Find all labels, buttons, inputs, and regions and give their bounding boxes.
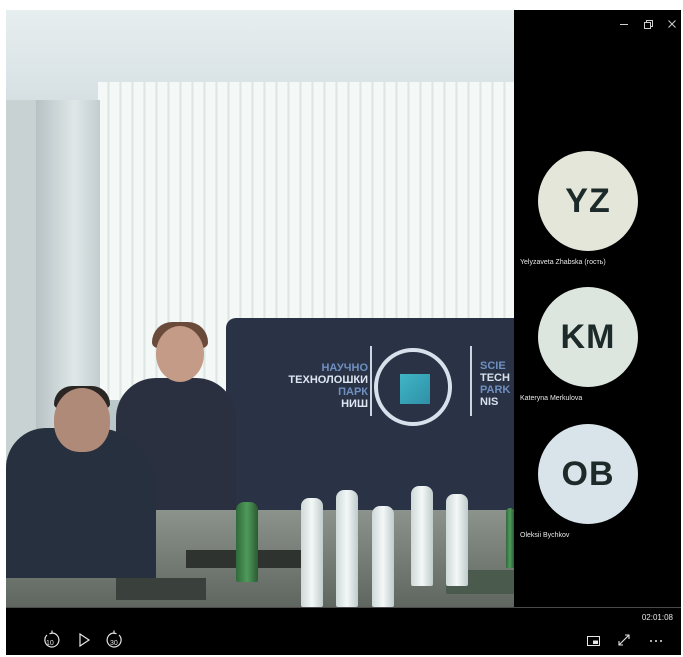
bottle xyxy=(506,508,514,568)
bottle xyxy=(372,506,394,607)
video-frame[interactable]: НАУЧНО ТЕХНОЛОШКИ ПАРК НИШ SCIE TECH PAR… xyxy=(6,10,514,607)
banner-divider xyxy=(470,346,472,416)
mini-view-icon xyxy=(587,636,600,646)
participants-panel: YZ Yelyzaveta Zhabska (гость) KM Kateryn… xyxy=(514,10,681,607)
play-icon xyxy=(79,632,91,648)
more-icon xyxy=(650,640,662,642)
avatar[interactable]: YZ xyxy=(538,151,638,251)
forward-30-button[interactable]: 30 xyxy=(104,630,126,650)
rewind-10-button[interactable]: 10 xyxy=(40,630,62,650)
banner-line: ТЕХНОЛОШКИ xyxy=(288,374,368,386)
banner-left-text: НАУЧНО ТЕХНОЛОШКИ ПАРК НИШ xyxy=(258,362,368,410)
person-head xyxy=(156,326,204,382)
bottle xyxy=(411,486,433,586)
fast-forward-icon: 30 xyxy=(106,630,122,648)
banner-logo xyxy=(374,348,452,426)
participant-name: Yelyzaveta Zhabska (гость) xyxy=(520,259,606,266)
rewind-icon: 10 xyxy=(44,630,60,648)
avatar[interactable]: OB xyxy=(538,424,638,524)
forward-label: 30 xyxy=(110,640,118,647)
seek-bar[interactable] xyxy=(6,607,681,608)
laptop xyxy=(116,578,206,600)
minimize-icon[interactable] xyxy=(616,16,632,32)
bottle xyxy=(446,494,468,586)
banner-line: NIS xyxy=(480,396,499,408)
banner-line: PARK xyxy=(480,384,511,396)
media-player: НАУЧНО ТЕХНОЛОШКИ ПАРК НИШ SCIE TECH PAR… xyxy=(6,10,681,655)
person-head xyxy=(54,388,110,452)
participant-name: Oleksii Bychkov xyxy=(520,532,570,539)
play-button[interactable] xyxy=(76,632,92,648)
bottle xyxy=(336,490,358,607)
more-options-button[interactable] xyxy=(646,632,666,648)
avatar[interactable]: KM xyxy=(538,287,638,387)
fullscreen-button[interactable] xyxy=(616,632,632,648)
expand-icon xyxy=(618,634,630,646)
wall xyxy=(6,100,38,460)
participant-name: Kateryna Merkulova xyxy=(520,395,583,402)
mini-view-button[interactable] xyxy=(586,634,602,648)
elapsed-time: 02:01:08 xyxy=(641,613,673,622)
rewind-label: 10 xyxy=(46,640,54,647)
banner-logo-mark xyxy=(400,374,430,404)
banner-line: НИШ xyxy=(341,398,368,410)
close-icon[interactable] xyxy=(664,16,680,32)
banner-divider xyxy=(370,346,372,416)
bottle xyxy=(301,498,323,607)
banner-line: ПАРК xyxy=(338,386,368,398)
banner-right-text: SCIE TECH PARK NIS xyxy=(480,360,510,408)
banner-line: SCIE xyxy=(480,360,506,372)
bottle xyxy=(236,502,258,582)
banner-line: НАУЧНО xyxy=(321,362,368,374)
restore-icon[interactable] xyxy=(640,16,656,32)
banner-line: TECH xyxy=(480,372,510,384)
